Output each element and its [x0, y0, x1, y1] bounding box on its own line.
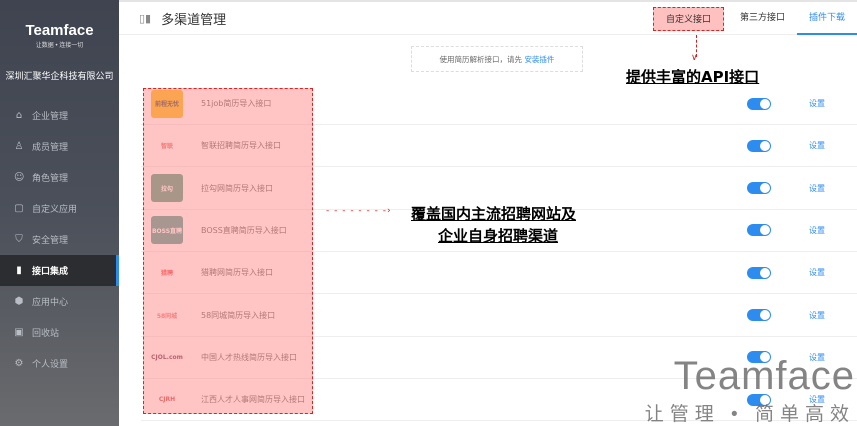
- company-name: 深圳汇聚华企科技有限公司: [5, 72, 114, 82]
- arrow-right: - - - - - - - -›: [326, 206, 392, 216]
- sidebar-item-label: 自定义应用: [32, 205, 78, 215]
- settings-link[interactable]: 设置: [809, 98, 825, 109]
- building-icon: ⌂: [15, 110, 23, 121]
- trash-icon: ▣: [14, 327, 24, 338]
- settings-link[interactable]: 设置: [809, 225, 825, 236]
- settings-link[interactable]: 设置: [809, 310, 825, 321]
- sidebar-nav: ⌂ 企业管理 ♙ 成员管理 ☺ 角色管理 ▢ 自定义应用 ⛉ 安全管理 ▮ 接口集成 ⬢ 应用中心 ▣ 回收站…: [0, 100, 119, 379]
- callout-coverage-2: 企业自身招聘渠道: [438, 227, 559, 245]
- interface-icon: ▮: [16, 265, 22, 276]
- sidebar-item-label: 安全管理: [32, 236, 69, 246]
- user-icon: ♙: [14, 141, 24, 152]
- role-icon: ☺: [14, 172, 25, 183]
- interface-icon: ▯▮: [139, 11, 152, 25]
- page-title: 多渠道管理: [161, 12, 227, 28]
- sidebar-item-4[interactable]: ⛉ 安全管理: [0, 224, 119, 255]
- enable-toggle[interactable]: [747, 139, 771, 152]
- sidebar-item-label: 企业管理: [32, 112, 69, 122]
- settings-link[interactable]: 设置: [809, 267, 825, 278]
- sidebar-item-label: 回收站: [32, 329, 60, 339]
- plugin-notice: 使用简历解析接口，请先 安装插件: [411, 46, 583, 72]
- channels-highlight: [143, 88, 313, 414]
- logo-text: Teamface: [25, 22, 94, 39]
- watermark-slogan: 让管理 • 简单高效: [644, 404, 855, 425]
- logo-tagline: 让数据 • 连接一切: [35, 43, 84, 49]
- sidebar-item-8[interactable]: ⚙ 个人设置: [0, 348, 119, 379]
- enable-toggle[interactable]: [747, 266, 771, 279]
- app-icon: ⬢: [14, 296, 24, 307]
- sidebar-item-3[interactable]: ▢ 自定义应用: [0, 193, 119, 224]
- sidebar-item-label: 成员管理: [32, 143, 69, 153]
- sidebar-item-1[interactable]: ♙ 成员管理: [0, 131, 119, 162]
- sidebar-item-7[interactable]: ▣ 回收站: [0, 317, 119, 348]
- arrow-head-icon: ∨: [691, 53, 698, 63]
- enable-toggle[interactable]: [747, 224, 771, 237]
- tabs: 自定义接口 第三方接口 插件下载: [652, 2, 857, 35]
- sidebar-item-label: 应用中心: [32, 298, 69, 308]
- enable-toggle[interactable]: [747, 97, 771, 110]
- shield-icon: ⛉: [15, 234, 23, 245]
- sidebar-item-2[interactable]: ☺ 角色管理: [0, 162, 119, 193]
- enable-toggle[interactable]: [747, 182, 771, 195]
- sidebar-item-label: 个人设置: [32, 360, 69, 370]
- cube-icon: ▢: [14, 203, 24, 214]
- sidebar-item-0[interactable]: ⌂ 企业管理: [0, 100, 119, 131]
- logo: Teamface 让数据 • 连接一切: [0, 0, 119, 49]
- notice-text: 使用简历解析接口，请先: [439, 55, 525, 64]
- sidebar-item-label: 接口集成: [32, 267, 69, 277]
- watermark-brand: Teamface: [673, 354, 855, 398]
- install-plugin-link[interactable]: 安装插件: [524, 55, 554, 64]
- tab-custom-interface[interactable]: 自定义接口: [652, 6, 724, 31]
- sidebar: Teamface 让数据 • 连接一切 深圳汇聚华企科技有限公司 ⌂ 企业管理 ♙ 成员…: [0, 0, 119, 426]
- sidebar-item-label: 角色管理: [32, 174, 69, 184]
- sidebar-item-6[interactable]: ⬢ 应用中心: [0, 286, 119, 317]
- watermark: Teamface 让管理 • 简单高效: [645, 354, 855, 426]
- tab-plugin-download[interactable]: 插件下载: [796, 2, 857, 35]
- settings-link[interactable]: 设置: [809, 183, 825, 194]
- callout-coverage-1: 覆盖国内主流招聘网站及: [411, 205, 577, 223]
- settings-link[interactable]: 设置: [809, 140, 825, 151]
- sidebar-item-5[interactable]: ▮ 接口集成: [0, 255, 119, 286]
- enable-toggle[interactable]: [747, 309, 771, 321]
- tab-third-party-interface[interactable]: 第三方接口: [728, 2, 797, 35]
- gear-icon: ⚙: [14, 358, 24, 369]
